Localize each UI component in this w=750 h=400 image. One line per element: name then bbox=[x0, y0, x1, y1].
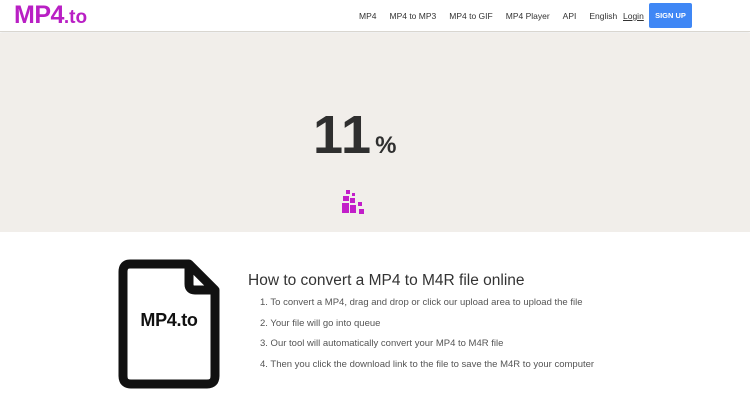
loading-spinner-icon bbox=[342, 190, 368, 216]
conversion-progress-panel: 11% bbox=[0, 33, 750, 232]
logo-tld: .to bbox=[63, 7, 88, 28]
howto-step: 1. To convert a MP4, drag and drop or cl… bbox=[260, 297, 583, 308]
nav-link-mp4[interactable]: MP4 bbox=[359, 11, 376, 21]
nav-link-mp4-to-gif[interactable]: MP4 to GIF bbox=[449, 11, 492, 21]
nav-link-mp4-player[interactable]: MP4 Player bbox=[506, 11, 550, 21]
progress-percentage: 11% bbox=[313, 104, 396, 166]
file-icon-label: MP4.to bbox=[140, 310, 198, 330]
logo[interactable]: MP4.to bbox=[14, 2, 87, 32]
howto-step: 3. Our tool will automatically convert y… bbox=[260, 338, 504, 349]
language-selector[interactable]: English bbox=[589, 11, 617, 21]
progress-value: 11 bbox=[313, 105, 373, 165]
logo-text: MP4 bbox=[14, 1, 64, 29]
nav-link-mp4-to-mp3[interactable]: MP4 to MP3 bbox=[389, 11, 436, 21]
navbar: MP4.to MP4 MP4 to MP3 MP4 to GIF MP4 Pla… bbox=[0, 0, 750, 32]
nav-links: MP4 MP4 to MP3 MP4 to GIF MP4 Player API… bbox=[359, 0, 617, 32]
howto-title: How to convert a MP4 to M4R file online bbox=[248, 272, 525, 289]
howto-step: 4. Then you click the download link to t… bbox=[260, 358, 595, 370]
howto-step: 2. Your file will go into queue bbox=[260, 317, 381, 329]
signup-button[interactable]: SIGN UP bbox=[649, 3, 692, 28]
howto-steps: 1. To convert a MP4, drag and drop or cl… bbox=[260, 297, 594, 379]
login-link[interactable]: Login bbox=[623, 11, 644, 21]
progress-unit: % bbox=[375, 132, 397, 159]
nav-link-api[interactable]: API bbox=[563, 11, 577, 21]
